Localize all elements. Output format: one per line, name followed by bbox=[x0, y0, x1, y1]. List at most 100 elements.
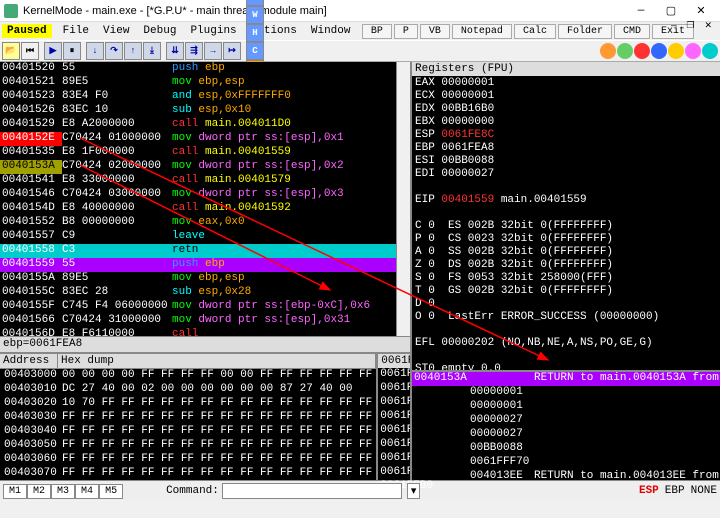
command-dropdown-icon[interactable]: ▾ bbox=[407, 483, 421, 499]
register-line[interactable]: S 0 FS 0053 32bit 258000(FFF) bbox=[415, 272, 720, 285]
register-line[interactable]: ESP 0061FE8C bbox=[415, 129, 720, 142]
scrollbar[interactable] bbox=[396, 62, 410, 336]
topbtn-vb[interactable]: VB bbox=[420, 24, 450, 39]
run-icon[interactable]: ▶ bbox=[44, 42, 62, 60]
register-line[interactable]: ESI 00BB0088 bbox=[415, 155, 720, 168]
register-line[interactable]: P 0 CS 0023 32bit 0(FFFFFFFF) bbox=[415, 233, 720, 246]
register-line[interactable]: C 0 ES 002B 32bit 0(FFFFFFFF) bbox=[415, 220, 720, 233]
disasm-row[interactable]: 0040152189E5mov ebp,esp bbox=[0, 76, 410, 90]
plugin-icon-7[interactable] bbox=[702, 43, 718, 59]
memory-m4-button[interactable]: M4 bbox=[75, 484, 99, 499]
disasm-row[interactable]: 0040152683EC 10sub esp,0x10 bbox=[0, 104, 410, 118]
callstack-row[interactable]: 00000027 bbox=[412, 414, 720, 428]
register-line[interactable]: Z 0 DS 002B 32bit 0(FFFFFFFF) bbox=[415, 259, 720, 272]
plugin-icon-4[interactable] bbox=[651, 43, 667, 59]
callstack-pane[interactable]: 0040153ARETURN to main.0040153A from mai… bbox=[412, 370, 720, 480]
child-minimize-icon[interactable]: — bbox=[667, 21, 680, 31]
callstack-row[interactable]: 0061FFF70 bbox=[412, 456, 720, 470]
dump-row[interactable]: 00403040FF FF FF FF FF FF FF FF FF FF FF… bbox=[2, 425, 374, 439]
disasm-row[interactable]: 0040153AC70424 02000000mov dword ptr ss:… bbox=[0, 160, 410, 174]
callstack-row[interactable]: 0040153ARETURN to main.0040153A from mai… bbox=[412, 372, 720, 386]
memory-m5-button[interactable]: M5 bbox=[99, 484, 123, 499]
dump-row[interactable]: 00403060FF FF FF FF FF FF FF FF FF FF FF… bbox=[2, 453, 374, 467]
plugin-icon-2[interactable] bbox=[617, 43, 633, 59]
memory-m1-button[interactable]: M1 bbox=[3, 484, 27, 499]
disasm-row[interactable]: 00401552B8 00000000mov eax,0x0 bbox=[0, 216, 410, 230]
trace-over-icon[interactable]: ⇶ bbox=[185, 42, 203, 60]
topbtn-bp[interactable]: BP bbox=[362, 24, 392, 39]
dump-row[interactable]: 00403050FF FF FF FF FF FF FF FF FF FF FF… bbox=[2, 439, 374, 453]
dump-row[interactable]: 0040300000 00 00 00 FF FF FF FF 00 00 FF… bbox=[2, 369, 374, 383]
disasm-row[interactable]: 0040155955push ebp bbox=[0, 258, 410, 272]
child-close-icon[interactable]: ✕ bbox=[700, 21, 716, 31]
disassembly-pane[interactable]: 0040152055push ebp0040152189E5mov ebp,es… bbox=[0, 62, 410, 336]
goto-icon[interactable]: ↦ bbox=[223, 42, 241, 60]
execute-till-icon[interactable]: → bbox=[204, 42, 222, 60]
topbtn-cmd[interactable]: CMD bbox=[614, 24, 650, 39]
register-line[interactable]: ECX 00000001 bbox=[415, 90, 720, 103]
plugin-icon-6[interactable] bbox=[685, 43, 701, 59]
callstack-row[interactable]: 00000001 bbox=[412, 400, 720, 414]
memory-m3-button[interactable]: M3 bbox=[51, 484, 75, 499]
child-restore-icon[interactable]: ❐ bbox=[682, 21, 698, 31]
register-line[interactable]: D 0 bbox=[415, 298, 720, 311]
disasm-row[interactable]: 00401535E8 1F000000call main.00401559 bbox=[0, 146, 410, 160]
register-line[interactable] bbox=[415, 324, 720, 337]
run-to-icon[interactable]: ⤓ bbox=[143, 42, 161, 60]
callstack-row[interactable]: 00000001 bbox=[412, 386, 720, 400]
rewind-icon[interactable]: ⏮ bbox=[21, 42, 39, 60]
callstack-row[interactable]: 00BB0088 bbox=[412, 442, 720, 456]
disasm-row[interactable]: 00401541E8 33000000call main.00401579 bbox=[0, 174, 410, 188]
topbtn-notepad[interactable]: Notepad bbox=[452, 24, 512, 39]
register-line[interactable]: T 0 GS 002B 32bit 0(FFFFFFFF) bbox=[415, 285, 720, 298]
disasm-row[interactable]: 0040155C83EC 28sub esp,0x28 bbox=[0, 286, 410, 300]
menu-plugins[interactable]: Plugins bbox=[183, 24, 243, 38]
open-icon[interactable]: 📂 bbox=[2, 42, 20, 60]
disasm-row[interactable]: 0040152055push ebp bbox=[0, 62, 410, 76]
topbtn-folder[interactable]: Folder bbox=[558, 24, 612, 39]
disasm-row[interactable]: 00401529E8 A2000000call main.004011D0 bbox=[0, 118, 410, 132]
view-h-button[interactable]: H bbox=[246, 24, 264, 42]
callstack-row[interactable]: 004013EERETURN to main.004013EE from mai… bbox=[412, 470, 720, 480]
step-over-icon[interactable]: ↷ bbox=[105, 42, 123, 60]
register-line[interactable]: EAX 00000001 bbox=[415, 77, 720, 90]
close-button[interactable]: ✕ bbox=[686, 1, 716, 21]
hex-dump-pane[interactable]: Address Hex dump 0040300000 00 00 00 FF … bbox=[0, 354, 376, 480]
disasm-row[interactable]: 0040156DE8 F6110000call bbox=[0, 328, 410, 336]
minimize-button[interactable]: — bbox=[626, 1, 656, 21]
register-line[interactable]: EBP 0061FEA8 bbox=[415, 142, 720, 155]
disasm-row[interactable]: 00401558C3retn bbox=[0, 244, 410, 258]
step-out-icon[interactable]: ↑ bbox=[124, 42, 142, 60]
register-line[interactable] bbox=[415, 350, 720, 363]
disasm-row[interactable]: 00401546C70424 03000000mov dword ptr ss:… bbox=[0, 188, 410, 202]
menu-view[interactable]: View bbox=[96, 24, 136, 38]
memory-m2-button[interactable]: M2 bbox=[27, 484, 51, 499]
pause-icon[interactable]: ⏸ bbox=[63, 42, 81, 60]
topbtn-p[interactable]: P bbox=[394, 24, 418, 39]
register-line[interactable] bbox=[415, 207, 720, 220]
disasm-row[interactable]: 0040155A89E5mov ebp,esp bbox=[0, 272, 410, 286]
view-w-button[interactable]: W bbox=[246, 6, 264, 24]
dump-row[interactable]: 00403030FF FF FF FF FF FF FF FF FF FF FF… bbox=[2, 411, 374, 425]
plugin-icon-3[interactable] bbox=[634, 43, 650, 59]
disasm-row[interactable]: 0040152383E4 F0and esp,0xFFFFFFF0 bbox=[0, 90, 410, 104]
register-line[interactable] bbox=[415, 181, 720, 194]
register-line[interactable]: EFL 00000202 (NO,NB,NE,A,NS,PO,GE,G) bbox=[415, 337, 720, 350]
menu-window[interactable]: Window bbox=[304, 24, 358, 38]
menu-debug[interactable]: Debug bbox=[136, 24, 183, 38]
topbtn-calc[interactable]: Calc bbox=[514, 24, 556, 39]
registers-pane[interactable]: Registers (FPU) ‹‹ EAX 00000001ECX 00000… bbox=[412, 62, 720, 370]
command-input[interactable] bbox=[222, 483, 402, 499]
view-c-button[interactable]: C bbox=[246, 42, 264, 60]
disasm-row[interactable]: 0040154DE8 40000000call main.00401592 bbox=[0, 202, 410, 216]
register-line[interactable]: A 0 SS 002B 32bit 0(FFFFFFFF) bbox=[415, 246, 720, 259]
step-into-icon[interactable]: ↓ bbox=[86, 42, 104, 60]
register-line[interactable]: EBX 00000000 bbox=[415, 116, 720, 129]
plugin-icon-1[interactable] bbox=[600, 43, 616, 59]
plugin-icon-5[interactable] bbox=[668, 43, 684, 59]
dump-row[interactable]: 00403070FF FF FF FF FF FF FF FF FF FF FF… bbox=[2, 467, 374, 481]
trace-into-icon[interactable]: ⇊ bbox=[166, 42, 184, 60]
disasm-row[interactable]: 00401566C70424 31000000mov dword ptr ss:… bbox=[0, 314, 410, 328]
dump-row[interactable]: 00403010DC 27 40 00 02 00 00 00 00 00 00… bbox=[2, 383, 374, 397]
dump-row[interactable]: 0040302010 70 FF FF FF FF FF FF FF FF FF… bbox=[2, 397, 374, 411]
